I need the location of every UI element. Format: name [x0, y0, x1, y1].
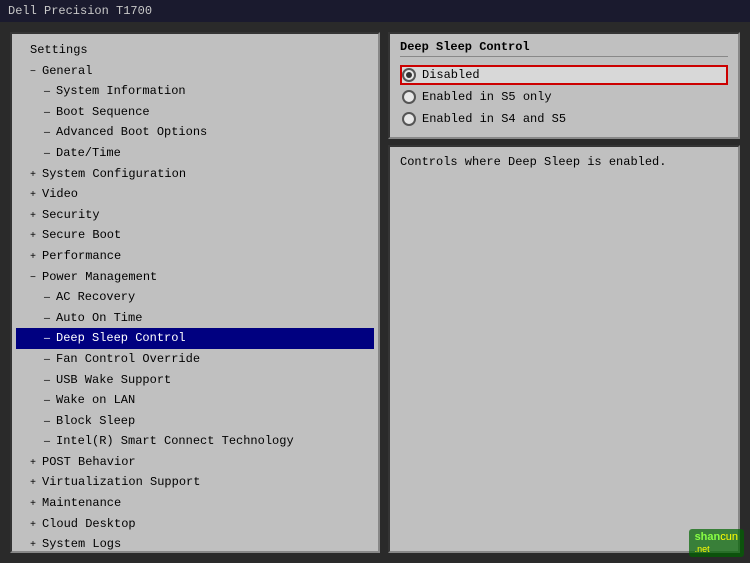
nav-icon-system-information: — [44, 85, 54, 101]
nav-icon-general: − [30, 65, 40, 81]
radio-circle-disabled [402, 68, 416, 82]
nav-icon-auto-on-time: — [44, 312, 54, 328]
radio-label-enabled-s5: Enabled in S5 only [422, 90, 552, 104]
nav-icon-date-time: — [44, 147, 54, 163]
nav-item-post-behavior[interactable]: +POST Behavior [16, 452, 374, 473]
nav-icon-system-configuration: + [30, 168, 40, 184]
nav-item-intel-smart-connect[interactable]: —Intel(R) Smart Connect Technology [16, 431, 374, 452]
nav-item-boot-sequence[interactable]: —Boot Sequence [16, 102, 374, 123]
title-bar-text: Dell Precision T1700 [8, 4, 152, 18]
nav-item-block-sleep[interactable]: —Block Sleep [16, 411, 374, 432]
title-bar: Dell Precision T1700 [0, 0, 750, 22]
nav-item-deep-sleep-control[interactable]: —Deep Sleep Control [16, 328, 374, 349]
nav-icon-advanced-boot-options: — [44, 126, 54, 142]
nav-label-virtualization-support: Virtualization Support [42, 475, 200, 489]
nav-item-wake-on-lan[interactable]: —Wake on LAN [16, 390, 374, 411]
nav-item-auto-on-time[interactable]: —Auto On Time [16, 308, 374, 329]
nav-label-intel-smart-connect: Intel(R) Smart Connect Technology [56, 434, 294, 448]
nav-item-cloud-desktop[interactable]: +Cloud Desktop [16, 514, 374, 535]
nav-icon-boot-sequence: — [44, 106, 54, 122]
nav-label-ac-recovery: AC Recovery [56, 290, 135, 304]
description-box: Controls where Deep Sleep is enabled. [388, 145, 740, 553]
nav-label-maintenance: Maintenance [42, 496, 121, 510]
nav-icon-block-sleep: — [44, 415, 54, 431]
nav-label-usb-wake-support: USB Wake Support [56, 373, 171, 387]
nav-icon-ac-recovery: — [44, 291, 54, 307]
nav-label-system-logs: System Logs [42, 537, 121, 551]
radio-label-enabled-s4-s5: Enabled in S4 and S5 [422, 112, 566, 126]
nav-label-deep-sleep-control: Deep Sleep Control [56, 331, 186, 345]
nav-label-date-time: Date/Time [56, 146, 121, 160]
nav-label-wake-on-lan: Wake on LAN [56, 393, 135, 407]
nav-label-secure-boot: Secure Boot [42, 228, 121, 242]
nav-icon-post-behavior: + [30, 456, 40, 472]
nav-icon-wake-on-lan: — [44, 394, 54, 410]
radio-option-enabled-s5[interactable]: Enabled in S5 only [400, 87, 728, 107]
nav-icon-secure-boot: + [30, 229, 40, 245]
nav-item-advanced-boot-options[interactable]: —Advanced Boot Options [16, 122, 374, 143]
radio-circle-enabled-s4-s5 [402, 112, 416, 126]
nav-item-performance[interactable]: +Performance [16, 246, 374, 267]
nav-item-system-logs[interactable]: +System Logs [16, 534, 374, 553]
nav-label-security: Security [42, 208, 100, 222]
nav-item-system-configuration[interactable]: +System Configuration [16, 164, 374, 185]
nav-label-performance: Performance [42, 249, 121, 263]
nav-icon-maintenance: + [30, 497, 40, 513]
nav-label-settings: Settings [30, 43, 88, 57]
watermark-suffix: .net [695, 544, 710, 554]
nav-icon-power-management: − [30, 271, 40, 287]
nav-label-video: Video [42, 187, 78, 201]
nav-item-virtualization-support[interactable]: +Virtualization Support [16, 472, 374, 493]
watermark-logo: shan [695, 531, 721, 543]
nav-icon-intel-smart-connect: — [44, 435, 54, 451]
nav-label-post-behavior: POST Behavior [42, 455, 136, 469]
nav-label-block-sleep: Block Sleep [56, 414, 135, 428]
radio-label-disabled: Disabled [422, 68, 480, 82]
watermark: shancun .net [689, 529, 744, 557]
nav-label-fan-control-override: Fan Control Override [56, 352, 200, 366]
nav-item-maintenance[interactable]: +Maintenance [16, 493, 374, 514]
description-text: Controls where Deep Sleep is enabled. [400, 155, 666, 169]
nav-label-system-information: System Information [56, 84, 186, 98]
nav-icon-security: + [30, 209, 40, 225]
radio-option-disabled[interactable]: Disabled [400, 65, 728, 85]
nav-panel: Settings−General—System Information—Boot… [10, 32, 380, 553]
nav-item-settings[interactable]: Settings [16, 40, 374, 61]
nav-item-usb-wake-support[interactable]: —USB Wake Support [16, 370, 374, 391]
nav-icon-usb-wake-support: — [44, 374, 54, 390]
nav-item-general[interactable]: −General [16, 61, 374, 82]
nav-icon-system-logs: + [30, 538, 40, 553]
nav-item-security[interactable]: +Security [16, 205, 374, 226]
nav-item-secure-boot[interactable]: +Secure Boot [16, 225, 374, 246]
nav-label-cloud-desktop: Cloud Desktop [42, 517, 136, 531]
nav-item-fan-control-override[interactable]: —Fan Control Override [16, 349, 374, 370]
nav-label-system-configuration: System Configuration [42, 167, 186, 181]
watermark-text: cun [720, 531, 738, 543]
nav-icon-deep-sleep-control: — [44, 332, 54, 348]
nav-label-advanced-boot-options: Advanced Boot Options [56, 125, 207, 139]
nav-label-auto-on-time: Auto On Time [56, 311, 142, 325]
nav-item-system-information[interactable]: —System Information [16, 81, 374, 102]
nav-icon-performance: + [30, 250, 40, 266]
nav-icon-video: + [30, 188, 40, 204]
nav-label-power-management: Power Management [42, 270, 157, 284]
nav-item-power-management[interactable]: −Power Management [16, 267, 374, 288]
nav-item-video[interactable]: +Video [16, 184, 374, 205]
radio-option-enabled-s4-s5[interactable]: Enabled in S4 and S5 [400, 109, 728, 129]
bios-area: Settings−General—System Information—Boot… [0, 22, 750, 563]
nav-item-date-time[interactable]: —Date/Time [16, 143, 374, 164]
nav-icon-cloud-desktop: + [30, 518, 40, 534]
nav-icon-virtualization-support: + [30, 476, 40, 492]
nav-label-general: General [42, 64, 92, 78]
right-panel: Deep Sleep Control Disabled Enabled in S5… [388, 32, 740, 553]
control-box-title: Deep Sleep Control [400, 40, 728, 57]
nav-item-ac-recovery[interactable]: —AC Recovery [16, 287, 374, 308]
nav-icon-fan-control-override: — [44, 353, 54, 369]
radio-circle-enabled-s5 [402, 90, 416, 104]
control-box: Deep Sleep Control Disabled Enabled in S5… [388, 32, 740, 139]
nav-label-boot-sequence: Boot Sequence [56, 105, 150, 119]
